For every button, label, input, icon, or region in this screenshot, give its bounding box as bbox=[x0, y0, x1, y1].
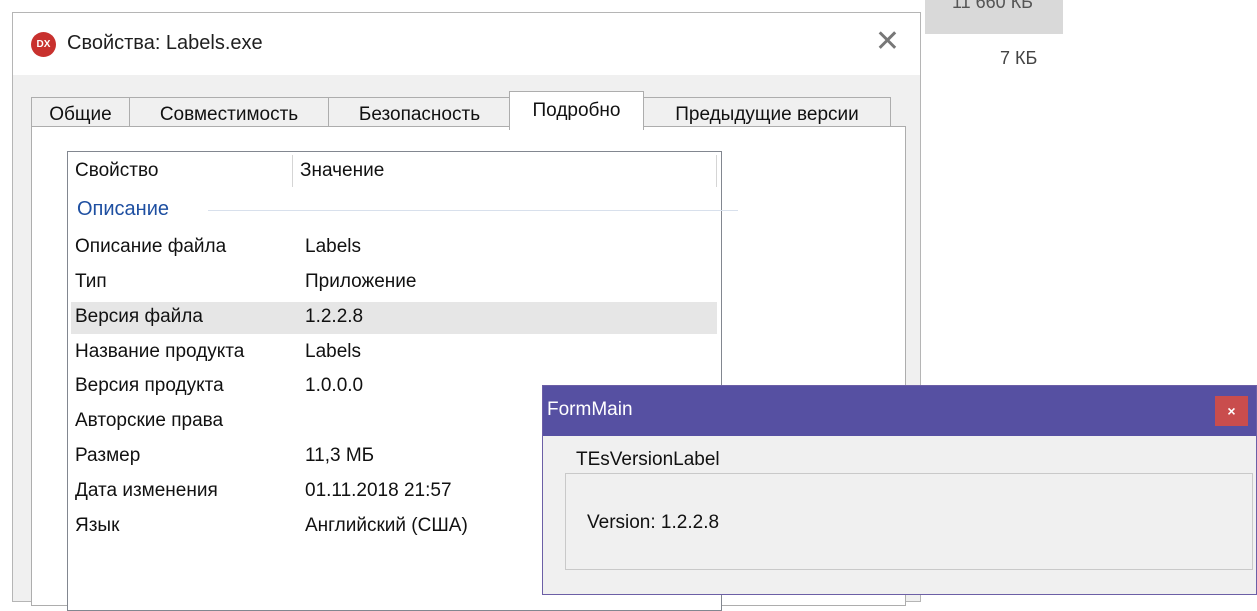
property-name: Дата изменения bbox=[75, 480, 218, 501]
property-value: Английский (США) bbox=[305, 515, 468, 536]
property-value: 1.0.0.0 bbox=[305, 375, 364, 396]
explorer-selected-row: 11 660 КБ bbox=[925, 0, 1063, 34]
property-value: 1.2.2.8 bbox=[305, 306, 364, 327]
tab-general[interactable]: Общие bbox=[31, 97, 130, 129]
groupbox-title: TEsVersionLabel bbox=[573, 449, 723, 471]
tab-compatibility[interactable]: Совместимость bbox=[129, 97, 329, 129]
formmain-window: FormMain × TEsVersionLabel Version: 1.2.… bbox=[542, 385, 1257, 595]
property-row[interactable]: Тип Приложение bbox=[71, 267, 717, 299]
property-name: Описание файла bbox=[75, 236, 227, 257]
property-row-selected[interactable]: Версия файла 1.2.2.8 bbox=[71, 302, 717, 334]
tab-previous-versions[interactable]: Предыдущие версии bbox=[643, 97, 891, 129]
close-icon[interactable]: × bbox=[1215, 396, 1248, 426]
tab-details[interactable]: Подробно bbox=[509, 91, 644, 130]
property-value: Labels bbox=[305, 236, 361, 257]
property-row[interactable]: Описание файла Labels bbox=[71, 232, 717, 264]
dialog-title: Свойства: Labels.exe bbox=[67, 32, 263, 54]
dialog-titlebar: DX Свойства: Labels.exe ✕ bbox=[13, 13, 920, 75]
property-name: Название продукта bbox=[75, 341, 245, 362]
property-value: Labels bbox=[305, 341, 361, 362]
group-divider bbox=[208, 210, 738, 211]
property-name: Тип bbox=[75, 271, 107, 292]
property-name: Версия файла bbox=[75, 306, 203, 327]
app-icon: DX bbox=[31, 32, 56, 57]
formmain-title: FormMain bbox=[547, 399, 633, 420]
property-name: Авторские права bbox=[75, 410, 224, 431]
column-separator[interactable] bbox=[716, 155, 717, 187]
column-header-value[interactable]: Значение bbox=[293, 152, 716, 188]
property-value: Приложение bbox=[305, 271, 417, 292]
explorer-size-cell-1: 11 660 КБ bbox=[951, 0, 1033, 12]
property-name: Язык bbox=[75, 515, 120, 536]
property-name: Версия продукта bbox=[75, 375, 224, 396]
group-description[interactable]: Описание bbox=[77, 198, 174, 221]
explorer-size-cell-2: 7 КБ bbox=[1000, 48, 1038, 68]
property-name: Размер bbox=[75, 445, 141, 466]
close-icon[interactable]: ✕ bbox=[875, 27, 900, 57]
tab-security[interactable]: Безопасность bbox=[328, 97, 511, 129]
formmain-titlebar: FormMain × bbox=[543, 386, 1256, 436]
version-label: Version: 1.2.2.8 bbox=[587, 512, 720, 533]
property-value: 01.11.2018 21:57 bbox=[305, 480, 452, 501]
column-header-property[interactable]: Свойство bbox=[68, 152, 292, 188]
property-value: 11,3 МБ bbox=[305, 445, 375, 466]
property-row[interactable]: Название продукта Labels bbox=[71, 337, 717, 369]
